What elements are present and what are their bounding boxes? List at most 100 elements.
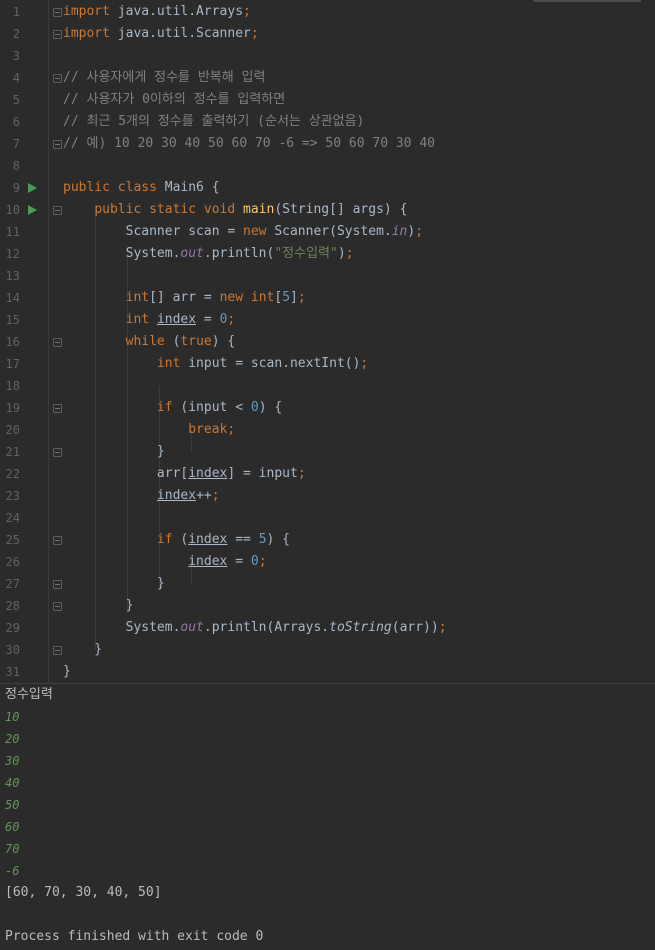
code-line[interactable]: System.out.println(Arrays.toString(arr))… (63, 617, 447, 639)
code-token: index (156, 312, 197, 327)
code-line[interactable]: public class Main6 { (63, 177, 220, 199)
code-token: 5 (258, 532, 267, 547)
fold-marker-icon[interactable] (53, 30, 62, 39)
line-number[interactable]: 16 (0, 335, 20, 349)
line-number[interactable]: 4 (0, 71, 20, 85)
line-number[interactable]: 28 (0, 599, 20, 613)
code-line[interactable]: arr[index] = input; (63, 463, 306, 485)
code-token: ; (211, 488, 220, 503)
line-number[interactable]: 18 (0, 379, 20, 393)
line-number[interactable]: 14 (0, 291, 20, 305)
fold-marker-icon[interactable] (53, 448, 62, 457)
line-number[interactable]: 15 (0, 313, 20, 327)
code-token: index (188, 554, 228, 569)
fold-marker-icon[interactable] (53, 646, 62, 655)
line-number[interactable]: 26 (0, 555, 20, 569)
code-line[interactable]: // 예) 10 20 30 40 50 60 70 -6 => 50 60 7… (63, 133, 435, 155)
code-line[interactable]: } (63, 639, 102, 661)
code-line[interactable]: Scanner scan = new Scanner(System.in); (63, 221, 423, 243)
line-number[interactable]: 22 (0, 467, 20, 481)
run-console[interactable]: 정수입력 10 20 30 40 50 60 70 -6 [60, 70, 30, 40, 5… (0, 684, 655, 950)
code-line[interactable]: int index = 0; (63, 309, 236, 331)
line-number[interactable]: 9 (0, 181, 20, 195)
code-token: index (188, 466, 228, 481)
fold-marker-icon[interactable] (53, 140, 62, 149)
code-line[interactable]: index++; (63, 485, 220, 507)
line-number[interactable]: 11 (0, 225, 20, 239)
code-line[interactable]: } (63, 661, 71, 683)
code-line[interactable]: index = 0; (63, 551, 267, 573)
code-line[interactable]: import java.util.Arrays; (63, 1, 251, 23)
code-line[interactable]: // 최근 5개의 정수를 출력하기 (순서는 상관없음) (63, 111, 364, 133)
code-line[interactable]: } (63, 595, 134, 617)
code-token: ; (360, 356, 369, 371)
line-number[interactable]: 2 (0, 27, 20, 41)
line-number[interactable]: 19 (0, 401, 20, 415)
line-number[interactable]: 12 (0, 247, 20, 261)
code-line[interactable]: System.out.println("정수입력"); (63, 243, 354, 265)
code-line[interactable]: if (index == 5) { (63, 529, 290, 551)
code-token: ) { (258, 400, 283, 415)
line-number[interactable]: 25 (0, 533, 20, 547)
code-line[interactable]: break; (63, 419, 235, 441)
scrollbar-thumb[interactable] (533, 0, 641, 2)
code-line[interactable]: while (true) { (63, 331, 236, 353)
line-number[interactable]: 29 (0, 621, 20, 635)
code-token: // 사용자가 0이하의 정수를 입력하면 (63, 92, 286, 107)
fold-marker-icon[interactable] (53, 338, 62, 347)
code-token: in (391, 224, 408, 239)
line-number[interactable]: 23 (0, 489, 20, 503)
line-number[interactable]: 21 (0, 445, 20, 459)
code-token: toString (329, 620, 392, 635)
code-token: == (227, 532, 259, 547)
run-gutter-icon[interactable] (28, 183, 37, 193)
code-line[interactable]: } (63, 573, 165, 595)
fold-marker-icon[interactable] (53, 602, 62, 611)
line-number[interactable]: 13 (0, 269, 20, 283)
code-token: ; (438, 620, 447, 635)
code-line[interactable]: // 사용자가 0이하의 정수를 입력하면 (63, 89, 285, 111)
code-token: ; (250, 26, 259, 41)
fold-marker-icon[interactable] (53, 206, 62, 215)
code-editor[interactable]: 1 2 3 4 5 6 7 8 9 10 11 12 13 14 15 16 17 18 19 20 21 22 23 24 2… (0, 0, 655, 683)
code-token: } (63, 664, 71, 679)
run-gutter-icon[interactable] (28, 205, 37, 215)
line-number[interactable]: 10 (0, 203, 20, 217)
code-line[interactable]: public static void main(String[] args) { (63, 199, 407, 221)
code-token: while (125, 334, 173, 349)
line-number[interactable]: 1 (0, 5, 20, 19)
line-number[interactable]: 3 (0, 49, 20, 63)
line-number[interactable]: 6 (0, 115, 20, 129)
code-line[interactable]: } (63, 441, 165, 463)
code-line[interactable]: if (input < 0) { (63, 397, 282, 419)
code-token: index (188, 532, 228, 547)
code-line[interactable]: int input = scan.nextInt(); (63, 353, 368, 375)
code-token: (input < (180, 400, 251, 415)
line-number[interactable]: 20 (0, 423, 20, 437)
fold-marker-icon[interactable] (53, 536, 62, 545)
line-number[interactable]: 30 (0, 643, 20, 657)
code-token: ; (258, 554, 267, 569)
code-line[interactable]: // 사용자에게 정수를 반복해 입력 (63, 67, 265, 89)
code-token: true (180, 334, 212, 349)
fold-marker-icon[interactable] (53, 580, 62, 589)
line-number[interactable]: 5 (0, 93, 20, 107)
fold-marker-icon[interactable] (53, 74, 62, 83)
line-number[interactable]: 17 (0, 357, 20, 371)
code-line[interactable]: int[] arr = new int[5]; (63, 287, 306, 309)
line-number[interactable]: 7 (0, 137, 20, 151)
code-token: ) { (266, 532, 290, 547)
code-token: [] arr = (149, 290, 220, 305)
line-number[interactable]: 8 (0, 159, 20, 173)
line-number[interactable]: 24 (0, 511, 20, 525)
code-line[interactable]: import java.util.Scanner; (63, 23, 259, 45)
fold-marker-icon[interactable] (53, 8, 62, 17)
code-token: ; (297, 290, 306, 305)
code-token: // 예) 10 20 30 40 50 60 70 -6 => 50 60 7… (63, 136, 435, 151)
line-number[interactable]: 27 (0, 577, 20, 591)
fold-marker-icon[interactable] (53, 404, 62, 413)
line-number[interactable]: 31 (0, 665, 20, 679)
